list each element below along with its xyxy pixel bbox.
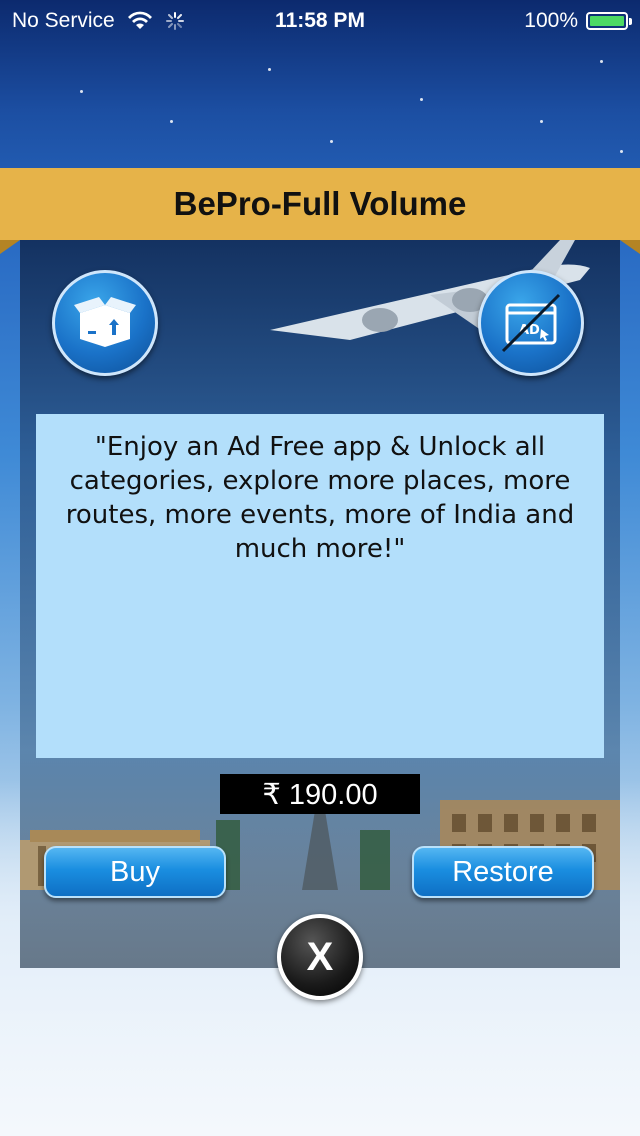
restore-button[interactable]: Restore — [412, 846, 594, 898]
title-banner: BePro-Full Volume — [0, 168, 640, 240]
close-button[interactable]: X — [277, 914, 363, 1000]
no-ads-icon: AD — [501, 293, 561, 353]
status-bar: No Service 11:58 PM 100% — [0, 0, 640, 40]
price-label: ₹ 190.00 — [220, 774, 420, 814]
ad-free-icon: AD — [478, 270, 584, 376]
page-title: BePro-Full Volume — [173, 185, 467, 222]
unlock-categories-icon — [52, 270, 158, 376]
feature-description: "Enjoy an Ad Free app & Unlock all categ… — [36, 414, 604, 758]
banner-fold-left — [0, 240, 20, 254]
banner-fold-right — [620, 240, 640, 254]
buy-button[interactable]: Buy — [44, 846, 226, 898]
status-right: 100% — [524, 9, 632, 33]
battery-percent: 100% — [524, 9, 578, 32]
purchase-panel: AD "Enjoy an Ad Free app & Unlock all ca… — [20, 240, 620, 968]
battery-icon — [586, 12, 632, 30]
close-icon: X — [306, 934, 334, 979]
open-box-icon — [74, 297, 136, 347]
